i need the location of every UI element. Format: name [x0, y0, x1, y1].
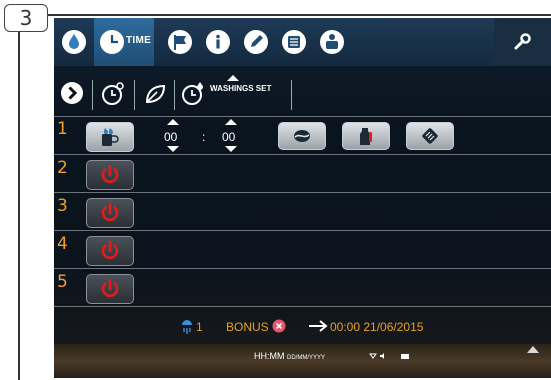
- row-divider: [54, 192, 551, 193]
- info-icon[interactable]: [204, 28, 232, 56]
- water-drop-icon[interactable]: [60, 28, 88, 56]
- hour-down-arrow[interactable]: [167, 146, 179, 152]
- row-number: 1: [57, 119, 68, 139]
- row-divider: [54, 154, 551, 155]
- row-divider: [54, 116, 551, 117]
- tab-time-label: TIME: [126, 35, 152, 46]
- bonus-close-icon[interactable]: [272, 319, 286, 333]
- power-icon: [101, 278, 119, 298]
- power-button-row-2[interactable]: [86, 160, 134, 190]
- people-icon[interactable]: [318, 28, 346, 56]
- printer-icon: [401, 354, 409, 359]
- cleaning-tablet-icon: [422, 128, 438, 144]
- divider: [134, 80, 135, 110]
- status-indicators-icon: [369, 353, 384, 359]
- power-icon: [101, 164, 119, 184]
- program-subbar: [54, 75, 551, 114]
- row-number: 3: [57, 196, 68, 216]
- wrench-icon: [514, 33, 531, 50]
- power-icon: [101, 240, 119, 260]
- divider: [92, 80, 93, 110]
- scroll-up-icon[interactable]: [526, 344, 540, 354]
- row-number: 5: [57, 272, 68, 292]
- milk-temperature-button[interactable]: [342, 122, 390, 150]
- washings-up-arrow[interactable]: [227, 75, 239, 81]
- wash-count: 1: [196, 320, 203, 334]
- row-divider: [54, 268, 551, 269]
- bonus-label: BONUS: [226, 320, 269, 334]
- power-button-row-5[interactable]: [86, 274, 134, 304]
- device-screen: TIME WASHINGS SET 1 00: 00 2 3 4 5 1 BO…: [54, 18, 551, 378]
- clock-icon: [98, 28, 126, 56]
- schedule-time: 00:00 21/06/2015: [330, 320, 424, 334]
- settings-tab[interactable]: [494, 18, 551, 66]
- time-separator: :: [202, 130, 206, 144]
- row-number: 4: [57, 234, 68, 254]
- delay-timer-icon[interactable]: [100, 81, 126, 107]
- row-number: 2: [57, 158, 68, 178]
- minute-value[interactable]: 00: [222, 130, 235, 144]
- status-strip: [54, 344, 551, 378]
- arrow-right-icon: [309, 320, 328, 332]
- divider: [291, 80, 292, 110]
- shower-icon: [182, 320, 192, 334]
- washings-set-label: WASHINGS SET: [210, 84, 272, 93]
- hour-value[interactable]: 00: [164, 130, 177, 144]
- washing-timer-icon[interactable]: [180, 81, 206, 107]
- power-button-row-4[interactable]: [86, 236, 134, 266]
- hour-up-arrow[interactable]: [167, 119, 179, 125]
- minute-down-arrow[interactable]: [225, 146, 237, 152]
- step-number-badge: 3: [4, 4, 48, 32]
- minute-up-arrow[interactable]: [225, 119, 237, 125]
- flag-icon[interactable]: [166, 28, 194, 56]
- leaf-icon[interactable]: [142, 81, 168, 107]
- cup-wash-button[interactable]: [86, 122, 134, 152]
- power-button-row-3[interactable]: [86, 198, 134, 228]
- chevron-right-icon[interactable]: [60, 81, 84, 105]
- power-icon: [101, 202, 119, 222]
- divider: [174, 80, 175, 110]
- top-tab-bar: TIME: [54, 18, 551, 66]
- list-icon[interactable]: [280, 28, 308, 56]
- coffee-bean-icon: [294, 130, 310, 142]
- row-divider: [54, 306, 551, 307]
- clock-format: HH:MM DD/MM/YYYY: [254, 351, 326, 361]
- row-divider: [54, 230, 551, 231]
- milk-bottle-icon: [360, 128, 372, 145]
- tablet-button[interactable]: [406, 122, 454, 150]
- date-format: DD/MM/YYYY: [287, 355, 326, 361]
- cup-icon: [102, 128, 119, 146]
- coffee-bean-button[interactable]: [278, 122, 326, 150]
- pencil-icon[interactable]: [242, 28, 270, 56]
